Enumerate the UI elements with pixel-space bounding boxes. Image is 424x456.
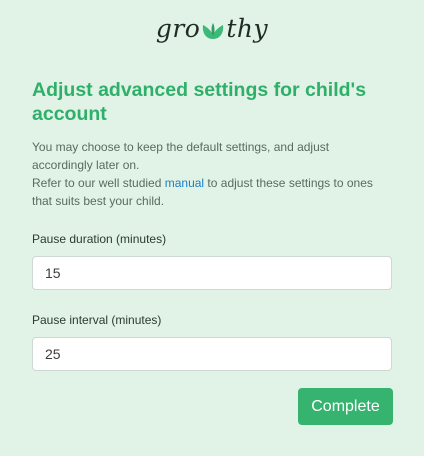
description-line1: You may choose to keep the default setti… [32,140,330,172]
growthy-logo: gro thy [0,14,424,43]
complete-button[interactable]: Complete [298,388,393,425]
logo-text-left: gro [155,14,201,43]
description-line2-before: Refer to our well studied [32,176,165,190]
pause-interval-input[interactable] [32,337,392,371]
pause-interval-label: Pause interval (minutes) [32,313,162,327]
description: You may choose to keep the default setti… [32,138,382,210]
pause-duration-label: Pause duration (minutes) [32,232,167,246]
manual-link[interactable]: manual [165,176,204,190]
page-title: Adjust advanced settings for child's acc… [32,79,367,125]
pause-duration-input[interactable] [32,256,392,290]
leaf-icon [201,22,225,40]
logo-text-right: thy [226,14,269,43]
